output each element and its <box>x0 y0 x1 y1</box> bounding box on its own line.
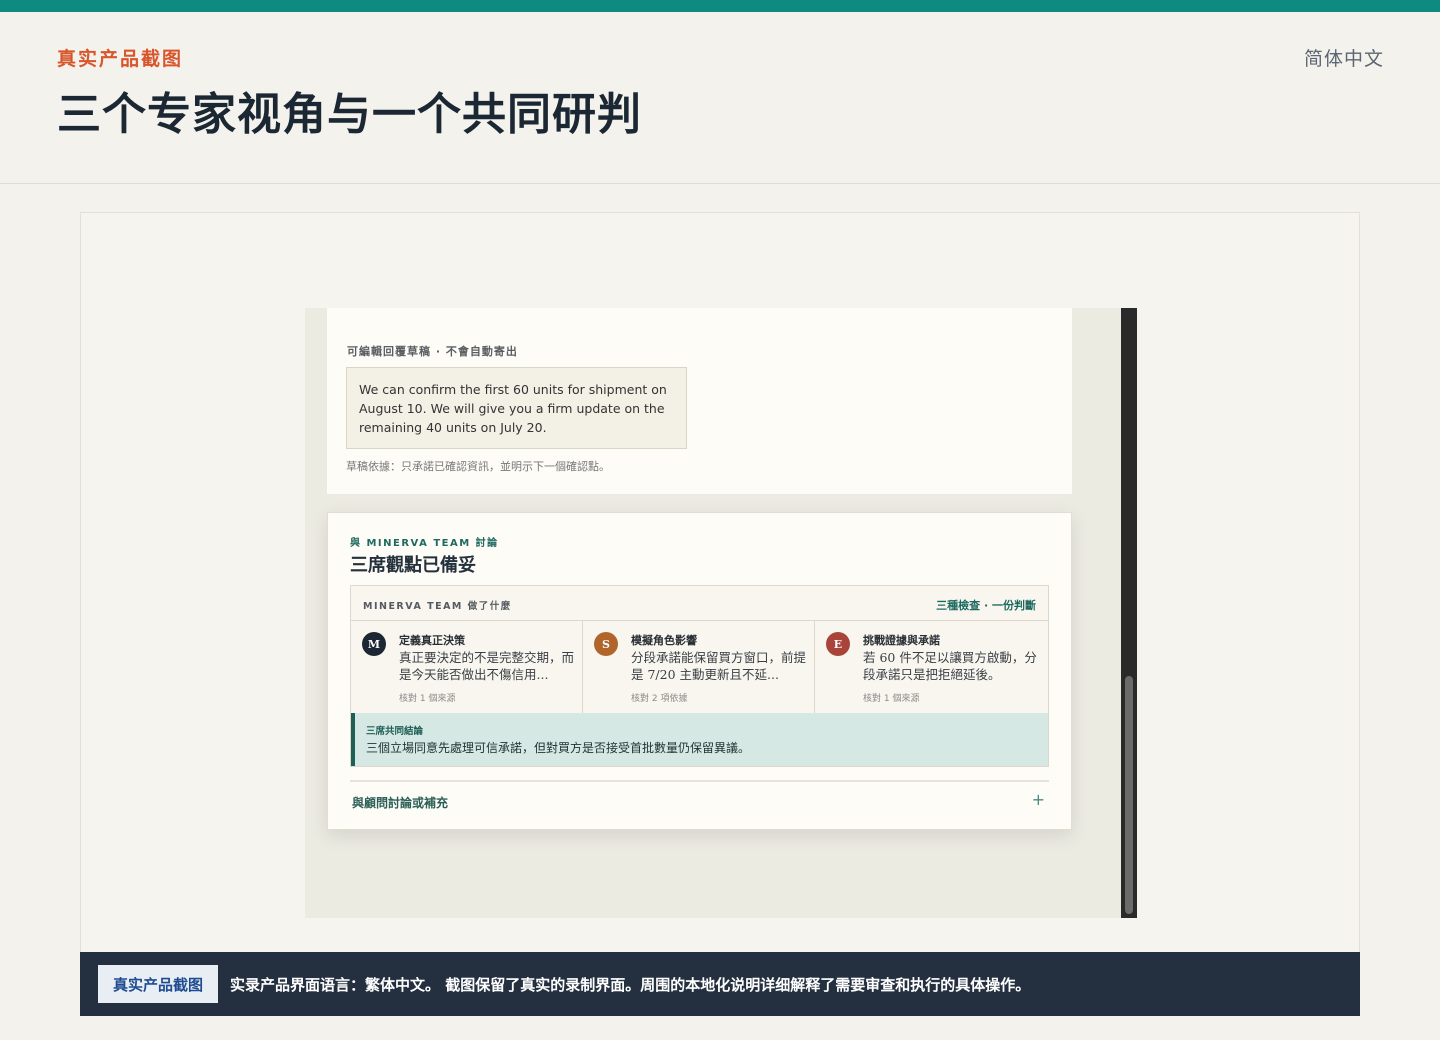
screenshot-frame: 可編輯回覆草稿 · 不會自動寄出 We can confirm the firs… <box>80 212 1360 1016</box>
perspective-title: 模擬角色影響 <box>631 634 697 647</box>
team-panel-title: MINERVA TEAM 做了什麼 <box>363 601 512 612</box>
team-card-eyebrow: 與 MINERVA TEAM 討論 <box>350 538 499 549</box>
team-panel-header: MINERVA TEAM 做了什麼 三種檢查 · 一份判斷 <box>351 586 1048 621</box>
discuss-expander[interactable]: 與顧問討論或補充 + <box>350 780 1049 818</box>
perspective-body: 分段承諾能保留買方窗口，前提是 7/20 主動更新且不延... <box>631 650 806 682</box>
discuss-label: 與顧問討論或補充 <box>352 796 449 810</box>
caption-text: 实录产品界面语言：繁体中文。 截图保留了真实的录制界面。周围的本地化说明详细解释… <box>230 976 1031 994</box>
consensus-box: 三席共同結論 三個立場同意先處理可信承諾，但對買方是否接受首批數量仍保留異議。 <box>351 713 1048 766</box>
perspective-meta: 核對 1 個來源 <box>399 694 456 704</box>
perspective-column[interactable]: E 挑戰證據與承諾 若 60 件不足以讓買方啟動，分段承諾只是把拒絕延後。 核對… <box>815 621 1048 713</box>
consensus-text: 三個立場同意先處理可信承諾，但對買方是否接受首批數量仍保留異議。 <box>366 741 751 755</box>
perspective-meta: 核對 2 項依據 <box>631 694 688 704</box>
caption-bar: 真实产品截图 实录产品界面语言：繁体中文。 截图保留了真实的录制界面。周围的本地… <box>80 952 1360 1016</box>
team-panel-summary: 三種檢查 · 一份判斷 <box>936 599 1036 612</box>
scrollbar-thumb[interactable] <box>1125 676 1133 914</box>
page-title: 三个专家视角与一个共同研判 <box>57 89 642 140</box>
draft-reply-text[interactable]: We can confirm the first 60 units for sh… <box>346 367 687 449</box>
caption-badge: 真实产品截图 <box>98 965 218 1003</box>
draft-reply-card: 可編輯回覆草稿 · 不會自動寄出 We can confirm the firs… <box>327 308 1072 494</box>
draft-reply-label: 可編輯回覆草稿 · 不會自動寄出 <box>347 345 518 358</box>
page-eyebrow: 真实产品截图 <box>57 48 184 70</box>
avatar: S <box>594 632 618 656</box>
product-screenshot: 可編輯回覆草稿 · 不會自動寄出 We can confirm the firs… <box>305 308 1137 918</box>
perspective-body: 若 60 件不足以讓買方啟動，分段承諾只是把拒絕延後。 <box>863 650 1037 682</box>
team-card-title: 三席觀點已備妥 <box>350 555 476 576</box>
plus-icon[interactable]: + <box>1032 790 1045 809</box>
consensus-label: 三席共同結論 <box>366 726 424 737</box>
perspective-title: 挑戰證據與承諾 <box>863 634 940 647</box>
perspective-meta: 核對 1 個來源 <box>863 694 920 704</box>
team-panel: MINERVA TEAM 做了什麼 三種檢查 · 一份判斷 M 定義真正決策 真… <box>350 585 1049 767</box>
scrollbar[interactable] <box>1121 308 1137 918</box>
avatar: E <box>826 632 850 656</box>
perspective-column[interactable]: S 模擬角色影響 分段承諾能保留買方窗口，前提是 7/20 主動更新且不延...… <box>583 621 815 713</box>
perspective-column[interactable]: M 定義真正決策 真正要決定的不是完整交期，而是今天能否做出不傷信用... 核對… <box>351 621 583 713</box>
top-accent-bar <box>0 0 1440 12</box>
perspective-body: 真正要決定的不是完整交期，而是今天能否做出不傷信用... <box>399 650 574 682</box>
team-discussion-card: 與 MINERVA TEAM 討論 三席觀點已備妥 MINERVA TEAM 做… <box>327 512 1072 830</box>
page-header: 真实产品截图 三个专家视角与一个共同研判 简体中文 <box>0 12 1440 184</box>
draft-basis-note: 草稿依據：只承諾已確認資訊，並明示下一個確認點。 <box>346 460 610 473</box>
language-switch[interactable]: 简体中文 <box>1304 44 1384 71</box>
avatar: M <box>362 632 386 656</box>
perspective-title: 定義真正決策 <box>399 634 465 647</box>
